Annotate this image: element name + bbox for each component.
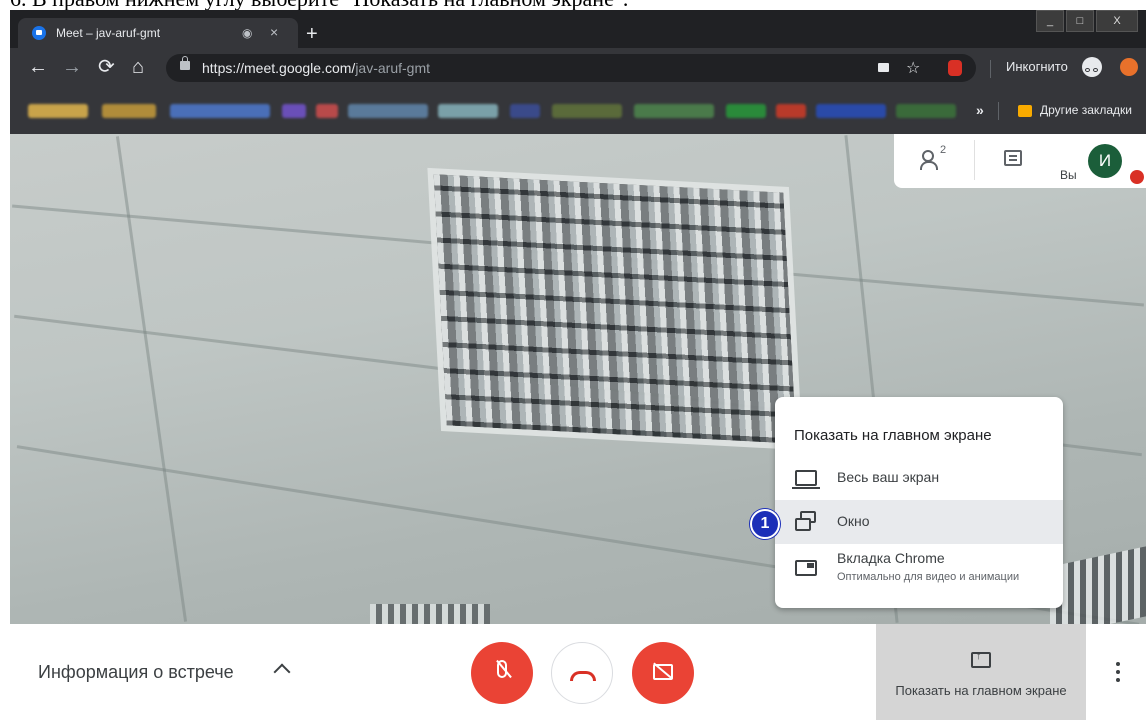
browser-tab[interactable]: Meet – jav-aruf-gmt ◉ × [18, 18, 298, 48]
browser-menu-icon[interactable] [1120, 58, 1138, 76]
window-controls: _ □ X [1036, 10, 1138, 32]
ceiling-lamp [433, 174, 797, 444]
bookmark-item[interactable] [896, 104, 956, 118]
ceiling-lamp [370, 604, 490, 624]
maximize-button[interactable]: □ [1066, 10, 1094, 32]
incognito-icon[interactable] [1082, 57, 1102, 77]
menu-item-label: Окно [837, 513, 870, 529]
meet-bottom-bar: Информация о встрече Показать на главном… [10, 624, 1146, 720]
chrome-tab-icon [795, 560, 817, 576]
toolbar-divider [990, 60, 991, 78]
avatar[interactable]: И [1088, 144, 1122, 178]
other-bookmarks-link[interactable]: Другие закладки [1040, 103, 1132, 117]
menu-item-entire-screen[interactable]: Весь ваш экран [775, 456, 1063, 500]
bookmark-item[interactable] [28, 104, 88, 118]
menu-item-label: Вкладка Chrome [837, 550, 945, 566]
present-now-label: Показать на главном экране [895, 683, 1067, 698]
tab-title: Meet – jav-aruf-gmt [56, 26, 161, 40]
url-text[interactable]: https://meet.google.com/jav-aruf-gmt [202, 60, 430, 76]
present-now-button[interactable]: Показать на главном экране [876, 624, 1086, 720]
menu-item-sublabel: Оптимально для видео и анимации [837, 571, 1020, 583]
mic-off-icon [497, 660, 507, 678]
bookmark-item[interactable] [102, 104, 156, 118]
bookmark-star-icon[interactable]: ☆ [906, 58, 920, 78]
bookmark-item[interactable] [634, 104, 714, 118]
bookmarks-bar: » Другие закладки [10, 88, 1146, 134]
chevron-up-icon[interactable] [273, 663, 291, 681]
recording-dot-icon: ◉ [242, 26, 253, 40]
incognito-label[interactable]: Инкогнито [1006, 59, 1068, 74]
bookmark-item[interactable] [816, 104, 886, 118]
folder-icon [1018, 105, 1032, 117]
forward-arrow-icon[interactable]: → [62, 56, 82, 78]
menu-item-chrome-tab[interactable]: Вкладка Chrome Оптимально для видео и ан… [775, 544, 1063, 588]
present-menu-title: Показать на главном экране [794, 427, 992, 444]
bookmark-item[interactable] [510, 104, 540, 118]
bookmark-item[interactable] [726, 104, 766, 118]
meeting-info-button[interactable]: Информация о встрече [38, 662, 234, 683]
panel-divider [974, 140, 975, 180]
step-number-badge: 1 [750, 509, 780, 539]
present-screen-icon [971, 650, 991, 668]
url-path: jav-aruf-gmt [355, 60, 430, 76]
browser-chrome: _ □ X Meet – jav-aruf-gmt ◉ × + ← → ⟳ ⌂ … [10, 10, 1146, 134]
ceiling-tile-line [115, 136, 188, 622]
ceiling-lamp [1050, 541, 1146, 624]
participants-button[interactable]: 2 [920, 144, 948, 172]
participants-count: 2 [940, 144, 947, 156]
mic-muted-icon [1130, 170, 1144, 184]
menu-item-window[interactable]: Окно [775, 500, 1063, 544]
bookmark-item[interactable] [316, 104, 338, 118]
instruction-caption: 6. В правом нижнем углу выберите "Показа… [0, 0, 1146, 10]
hang-up-icon [570, 671, 596, 681]
browser-toolbar: ← → ⟳ ⌂ https://meet.google.com/jav-aruf… [10, 48, 1146, 88]
bookmark-item[interactable] [348, 104, 428, 118]
bookmark-item[interactable] [438, 104, 498, 118]
camera-off-icon [653, 664, 673, 680]
minimize-button[interactable]: _ [1036, 10, 1064, 32]
extension-icon[interactable] [948, 60, 962, 76]
meet-favicon-icon [32, 26, 46, 40]
bookmark-item[interactable] [170, 104, 270, 118]
meet-top-right-panel: 2 Вы И [894, 134, 1146, 188]
bookmarks-overflow-button[interactable]: » [976, 102, 984, 118]
bookmark-item[interactable] [776, 104, 806, 118]
camera-toggle-button[interactable] [632, 642, 694, 704]
menu-item-label: Весь ваш экран [837, 469, 940, 485]
self-label: Вы [1060, 168, 1077, 182]
bookmark-item[interactable] [282, 104, 306, 118]
people-icon-body [920, 161, 938, 170]
home-icon[interactable]: ⌂ [132, 56, 144, 78]
bookmarks-divider [998, 102, 999, 120]
address-bar[interactable]: https://meet.google.com/jav-aruf-gmt ☆ [166, 54, 976, 82]
lock-icon [180, 56, 190, 70]
chat-icon[interactable] [1004, 150, 1022, 166]
bookmark-item[interactable] [552, 104, 622, 118]
camera-in-use-icon[interactable] [878, 63, 889, 72]
new-tab-button[interactable]: + [306, 24, 318, 44]
more-options-icon[interactable] [1116, 662, 1120, 682]
window-icon [795, 511, 817, 531]
present-menu: Показать на главном экране Весь ваш экра… [775, 397, 1063, 608]
instruction-text: 6. В правом нижнем углу выберите "Показа… [10, 0, 628, 10]
tab-close-button[interactable]: × [270, 24, 278, 40]
mic-toggle-button[interactable] [471, 642, 533, 704]
screen-icon [792, 470, 820, 489]
reload-icon[interactable]: ⟳ [98, 56, 115, 78]
url-host: https://meet.google.com/ [202, 60, 356, 76]
back-arrow-icon[interactable]: ← [28, 56, 48, 78]
hang-up-button[interactable] [551, 642, 613, 704]
close-window-button[interactable]: X [1096, 10, 1138, 32]
